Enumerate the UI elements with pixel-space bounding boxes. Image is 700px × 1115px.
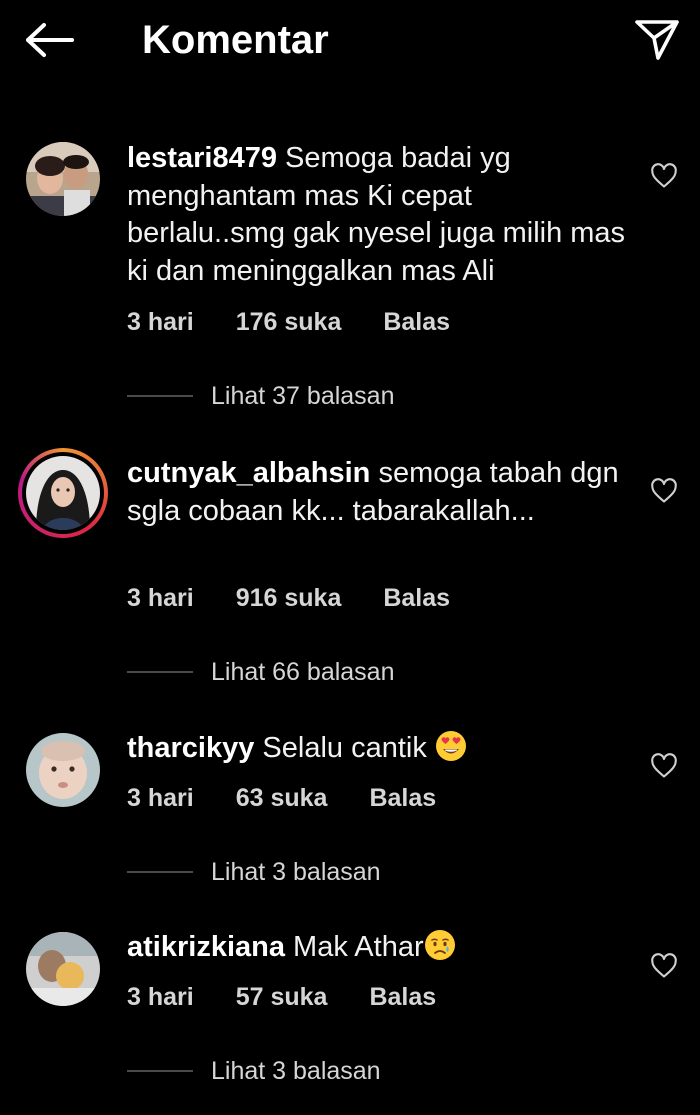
comment-meta: 3 hari 176 suka Balas: [127, 306, 450, 338]
comment-time: 3 hari: [127, 783, 194, 812]
send-button[interactable]: [628, 12, 686, 68]
view-replies-button[interactable]: Lihat 3 balasan: [127, 855, 381, 889]
page-title: Komentar: [142, 18, 329, 62]
send-icon: [635, 20, 679, 60]
comment-body: Mak Athar: [293, 931, 424, 963]
avatar[interactable]: [26, 932, 100, 1006]
like-heart-icon[interactable]: [650, 752, 678, 780]
comment-text: lestari8479 Semoga badai yg menghantam m…: [127, 140, 627, 290]
view-replies-button[interactable]: Lihat 66 balasan: [127, 655, 394, 689]
comment-text: atikrizkiana Mak Athar: [127, 929, 627, 967]
like-heart-icon[interactable]: [650, 162, 678, 190]
reply-button[interactable]: Balas: [383, 308, 450, 337]
crying-face-emoji: [424, 930, 455, 960]
avatar-photo: [26, 142, 100, 216]
heart-eyes-emoji: [435, 731, 466, 761]
comment-likes[interactable]: 916 suka: [236, 584, 342, 613]
like-heart-icon[interactable]: [650, 477, 678, 505]
replies-divider-line: [127, 395, 193, 397]
comment-meta: 3 hari 916 suka Balas: [127, 582, 450, 614]
comment-username[interactable]: atikrizkiana: [127, 931, 285, 963]
comment-meta: 3 hari 57 suka Balas: [127, 981, 436, 1013]
view-replies-button[interactable]: Lihat 3 balasan: [127, 1054, 381, 1088]
comment-username[interactable]: tharcikyy: [127, 732, 254, 764]
avatar-photo: [26, 733, 100, 807]
comment-time: 3 hari: [127, 307, 194, 336]
view-replies-label: Lihat 3 balasan: [211, 857, 381, 886]
view-replies-label: Lihat 37 balasan: [211, 381, 395, 410]
avatar-photo: [26, 932, 100, 1006]
comment-username[interactable]: lestari8479: [127, 142, 277, 174]
replies-divider-line: [127, 671, 193, 673]
story-ring-gap: [22, 452, 104, 534]
avatar[interactable]: [26, 733, 100, 807]
comment-likes[interactable]: 176 suka: [236, 308, 342, 337]
comment-text: cutnyak_albahsin semoga tabah dgn sgla c…: [127, 455, 627, 530]
reply-button[interactable]: Balas: [369, 983, 436, 1012]
reply-button[interactable]: Balas: [369, 784, 436, 813]
view-replies-button[interactable]: Lihat 37 balasan: [127, 379, 394, 413]
comment-time: 3 hari: [127, 583, 194, 612]
comment-text: tharcikyy Selalu cantik: [127, 730, 627, 768]
view-replies-label: Lihat 66 balasan: [211, 657, 395, 686]
reply-button[interactable]: Balas: [383, 584, 450, 613]
comment-meta: 3 hari 63 suka Balas: [127, 782, 436, 814]
avatar[interactable]: [26, 142, 100, 216]
avatar-photo: [26, 456, 100, 530]
avatar-with-story-ring[interactable]: [18, 448, 108, 538]
like-heart-icon[interactable]: [650, 952, 678, 980]
replies-divider-line: [127, 871, 193, 873]
arrow-left-icon: [26, 23, 74, 57]
replies-divider-line: [127, 1070, 193, 1072]
comment-likes[interactable]: 63 suka: [236, 784, 328, 813]
comment-likes[interactable]: 57 suka: [236, 983, 328, 1012]
header-bar: Komentar: [0, 0, 700, 80]
comment-body: Selalu cantik: [262, 732, 427, 764]
comment-time: 3 hari: [127, 982, 194, 1011]
back-button[interactable]: [22, 14, 78, 66]
comment-username[interactable]: cutnyak_albahsin: [127, 457, 370, 489]
view-replies-label: Lihat 3 balasan: [211, 1056, 381, 1085]
